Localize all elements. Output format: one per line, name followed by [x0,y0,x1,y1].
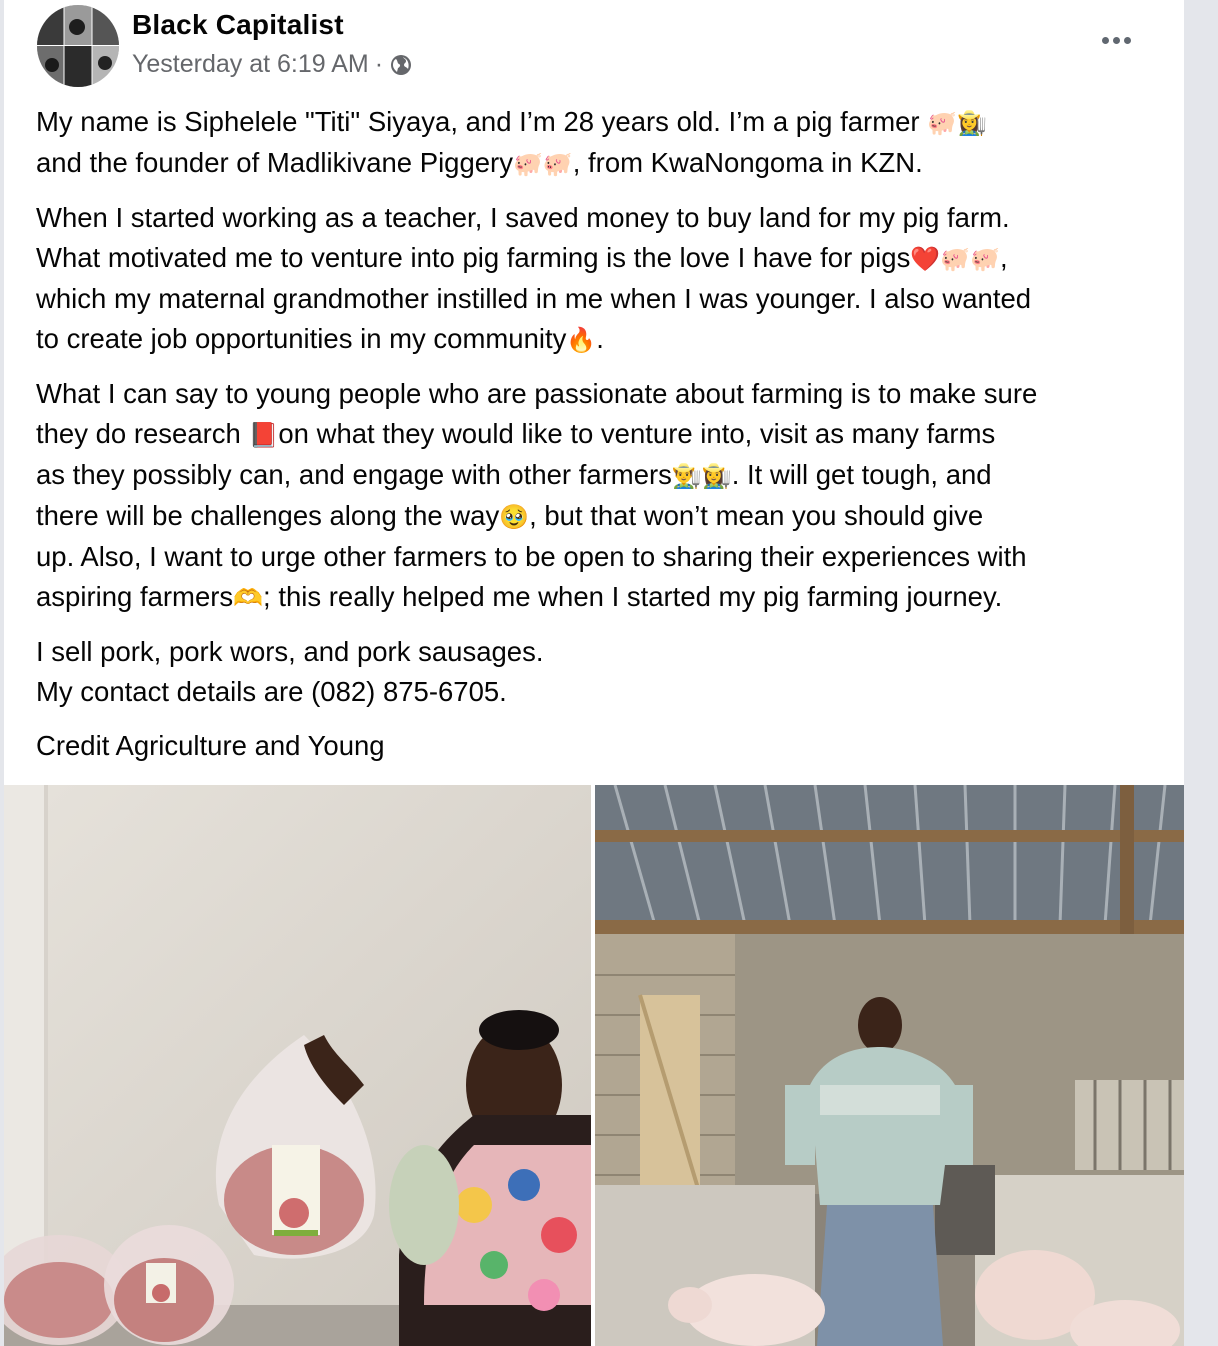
post-text-segment: and the founder of Madlikivane Piggery [36,147,513,178]
emoji-icon: 🐖 [940,245,971,273]
post-text-segment: , but that won’t mean you should give [529,500,984,531]
post-text-segment: When I started working as a teacher, I s… [36,202,1010,233]
post-paragraph: What I can say to young people who are p… [36,374,1166,618]
emoji-icon: 🐖 [512,150,543,178]
photo-grid [4,785,1184,1346]
post-body: My name is Siphelele "Titi" Siyaya, and … [36,102,1166,780]
post-paragraph: I sell pork, pork wors, and pork sausage… [36,632,1166,712]
post-text-segment: I sell pork, pork wors, and pork sausage… [36,636,544,667]
post-text-segment: up. Also, I want to urge other farmers t… [36,541,1027,572]
post-text-segment: My name is Siphelele "Titi" Siyaya, and … [36,106,928,137]
emoji-icon: 🥹 [499,503,530,531]
emoji-icon: 👩‍🌾 [701,462,732,490]
post-header: Black Capitalist Yesterday at 6:19 AM · [4,0,1184,92]
globe-icon[interactable] [389,53,413,77]
more-dot [1123,36,1131,44]
post-paragraph: My name is Siphelele "Titi" Siyaya, and … [36,102,1166,184]
post-text-segment: , from KwaNongoma in KZN. [572,147,923,178]
post-paragraph: When I started working as a teacher, I s… [36,198,1166,360]
meta-separator: · [374,50,384,78]
emoji-icon: 🔥 [566,326,597,354]
author-avatar[interactable] [37,5,119,87]
emoji-icon: 🫶 [233,584,264,612]
emoji-icon: 🐖 [927,109,958,137]
more-options-button[interactable] [1096,30,1136,50]
post-text-segment: ; this really helped me when I started m… [263,581,1003,612]
post-meta: Yesterday at 6:19 AM · [132,50,413,79]
post-text-segment: as they possibly can, and engage with ot… [36,459,672,490]
author-name[interactable]: Black Capitalist [132,9,344,41]
post-text-segment: aspiring farmers [36,581,234,612]
post-text-segment: to create job opportunities in my commun… [36,323,567,354]
post-card: Black Capitalist Yesterday at 6:19 AM · … [4,0,1184,1346]
post-text-segment: , [1000,242,1008,273]
emoji-icon: 📕 [248,421,279,449]
emoji-icon: 🐖 [970,245,1000,273]
post-timestamp[interactable]: Yesterday at 6:19 AM [132,50,369,79]
emoji-icon: 🐖 [542,150,573,178]
photo-woman-in-pig-barn[interactable] [595,785,1184,1346]
post-text-segment: . [596,323,604,354]
post-text-segment: . It will get tough, and [731,459,992,490]
more-dot [1112,36,1120,44]
post-text-segment: they do research [36,418,249,449]
emoji-icon: ❤️ [910,245,941,273]
post-text-segment: What motivated me to venture into pig fa… [36,242,911,273]
photo-woman-holding-pork-bag[interactable] [4,785,591,1346]
post-text-segment: on what they would like to venture into,… [278,418,996,449]
post-text-segment: My contact details are (082) 875-6705. [36,676,507,707]
post-text-segment: Credit Agriculture and Young [36,730,385,761]
emoji-icon: 👨‍🌾 [671,462,702,490]
post-text-segment: What I can say to young people who are p… [36,378,1038,409]
more-dots-icon [1101,36,1109,44]
post-text-segment: there will be challenges along the way [36,500,500,531]
post-text-segment: which my maternal grandmother instilled … [36,283,1032,314]
emoji-icon: 👩‍🌾 [957,109,987,137]
post-paragraph: Credit Agriculture and Young [36,726,1166,766]
